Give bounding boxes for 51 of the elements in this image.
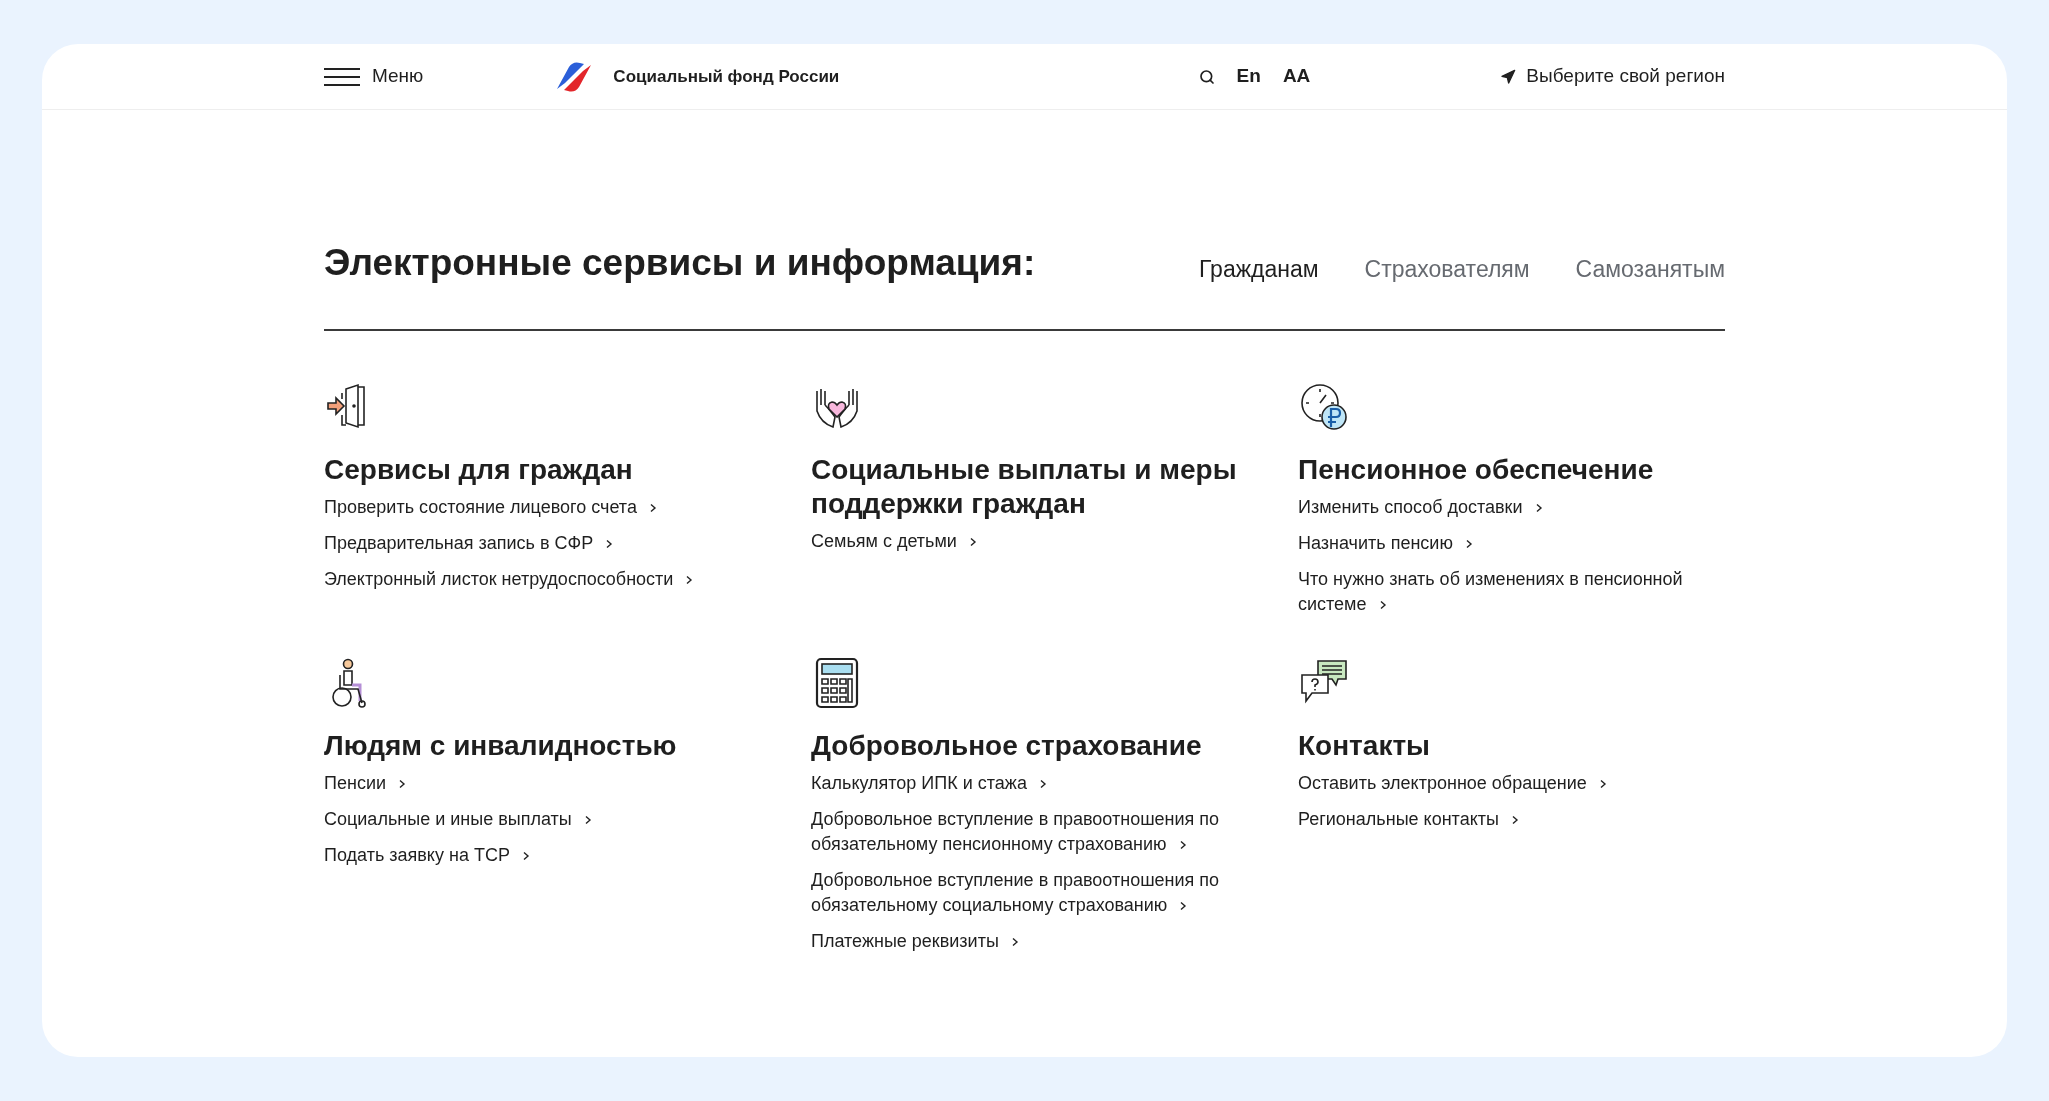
region-button[interactable]: Выберите свой регион <box>1500 62 1725 91</box>
section-title: Контакты <box>1298 728 1432 763</box>
service-link[interactable]: Добровольное вступление в правоотношения по обязательному социальному страхованию <box>811 867 1238 918</box>
service-link[interactable]: Пенсии <box>324 770 751 796</box>
section-title: Добровольное страхование <box>811 728 1203 763</box>
service-link[interactable]: Электронный листок нетрудоспособности <box>324 566 751 592</box>
chevron-icon <box>521 850 530 861</box>
service-link[interactable]: Платежные реквизиты <box>811 928 1238 954</box>
chevron-icon <box>968 536 977 547</box>
section-title: Сервисы для граждан <box>324 452 634 487</box>
service-link[interactable]: Предварительная запись в СФР <box>324 530 751 556</box>
category-tab[interactable]: Самозанятым <box>1575 252 1725 287</box>
category-tab[interactable]: Страхователям <box>1364 252 1530 287</box>
search-icon <box>1198 68 1215 85</box>
service-link[interactable]: Калькулятор ИПК и стажа <box>811 770 1238 796</box>
chevron-icon <box>605 538 614 549</box>
chevron-icon <box>1378 599 1387 610</box>
chevron-icon <box>583 814 592 825</box>
chevron-icon <box>1179 900 1188 911</box>
location-arrow-icon <box>1500 68 1517 85</box>
page-heading: Электронные сервисы и информация: <box>324 241 1036 285</box>
menu-button[interactable]: Меню <box>324 62 424 91</box>
chevron-icon <box>1598 778 1607 789</box>
search-button[interactable] <box>1198 68 1215 85</box>
service-link[interactable]: Социальные и иные выплаты <box>324 806 751 832</box>
section-title: Пенсионное обеспечение <box>1298 452 1655 487</box>
chevron-icon <box>1010 936 1019 947</box>
service-link[interactable]: Назначить пенсию <box>1298 530 1725 556</box>
service-link[interactable]: Проверить состояние лицевого счета <box>324 494 751 520</box>
service-link[interactable]: Семьям с детьми <box>811 528 1238 554</box>
chevron-icon <box>398 778 406 789</box>
chevron-icon <box>1534 502 1543 513</box>
service-link[interactable]: Подать заявку на ТСР <box>324 842 751 868</box>
chevron-icon <box>648 502 657 513</box>
chevron-icon <box>1510 814 1519 825</box>
font-size-button[interactable]: AA <box>1282 62 1311 91</box>
chevron-icon <box>1464 538 1473 549</box>
service-link[interactable]: Оставить электронное обращение <box>1298 770 1725 796</box>
service-link[interactable]: Региональные контакты <box>1298 806 1725 832</box>
language-button[interactable]: En <box>1236 62 1261 91</box>
category-tab[interactable]: Гражданам <box>1198 252 1319 287</box>
chevron-icon <box>685 574 694 585</box>
service-link[interactable]: Добровольное вступление в правоотношения по обязательному пенсионному страхованию <box>811 806 1238 857</box>
section-title: Социальные выплаты и меры поддержки граждан <box>811 452 1238 521</box>
logo-text: Социальный фонд России <box>613 65 840 88</box>
service-link[interactable]: Изменить способ доставки <box>1298 494 1725 520</box>
menu-icon <box>324 66 360 87</box>
service-link[interactable]: Что нужно знать об изменениях в пенсионной системе <box>1298 566 1725 617</box>
chevron-icon <box>1038 778 1047 789</box>
section-title: Людям с инвалидностью <box>324 728 678 763</box>
chevron-icon <box>1178 839 1187 850</box>
